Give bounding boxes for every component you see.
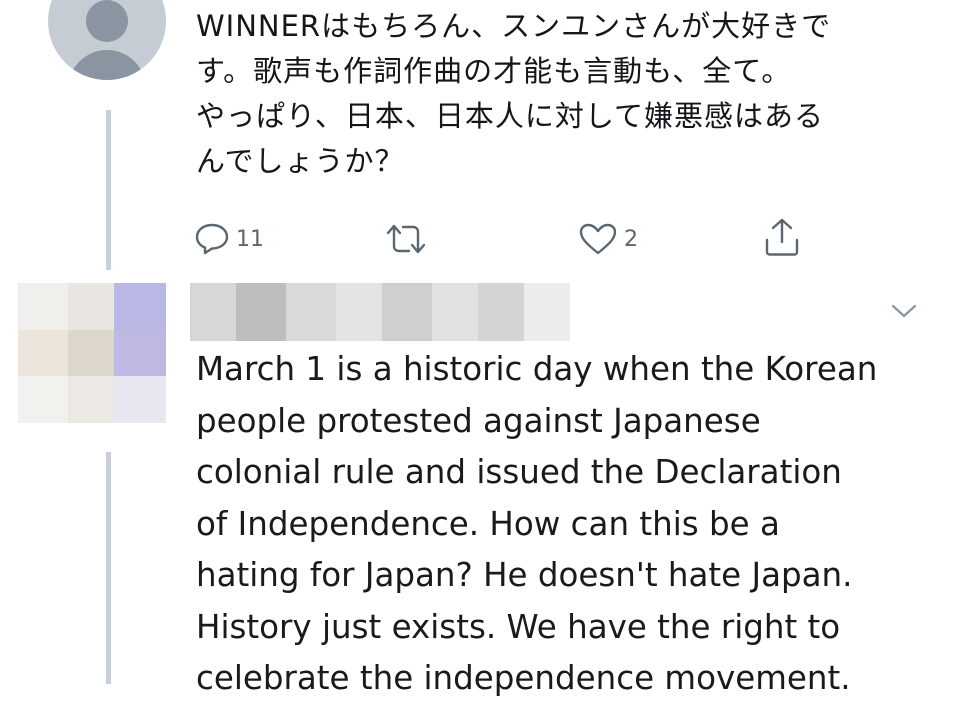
pixel-block	[114, 330, 166, 376]
pixel-block	[336, 283, 382, 341]
chevron-down-icon[interactable]	[890, 302, 918, 324]
pixel-block	[68, 330, 114, 376]
tweet-text-line: んでしょうか？	[196, 144, 405, 178]
thread-connector-line	[106, 452, 111, 684]
pixel-block	[18, 283, 68, 330]
pixel-block	[236, 283, 286, 341]
heart-icon	[578, 222, 618, 256]
reply-button[interactable]: 11	[194, 222, 264, 256]
pixel-block	[478, 283, 524, 341]
reply-text-line: colonial rule and issued the Declaration	[196, 453, 842, 491]
tweet-action-bar: 11 2	[0, 218, 960, 262]
retweet-button[interactable]	[384, 222, 434, 256]
reply-text-line: celebrate the independence movement.	[196, 659, 851, 697]
pixel-block	[190, 283, 236, 341]
pixelated-avatar[interactable]	[18, 283, 166, 423]
like-count: 2	[624, 226, 638, 252]
reply-icon	[194, 222, 230, 256]
pixel-block	[18, 330, 68, 376]
reply-text-line: History just exists. We have the right t…	[196, 607, 841, 646]
reply-text: March 1 is a historic day when the Korea…	[196, 344, 936, 705]
tweet-text: WINNERはもちろん、スンユンさんが大好きで す。歌声も作詞作曲の才能も言動も、…	[196, 4, 936, 184]
pixel-block	[114, 283, 166, 330]
pixel-block	[432, 283, 478, 341]
reply-text-line: of Independence. How can this be a	[196, 504, 780, 543]
pixelated-username[interactable]	[190, 283, 570, 341]
share-icon	[762, 216, 802, 258]
share-button[interactable]	[762, 216, 802, 258]
default-avatar-icon[interactable]	[48, 0, 166, 80]
avatar-shoulders-shape	[68, 50, 146, 80]
pixel-block	[524, 283, 570, 341]
reply-text-line: hating for Japan? He doesn't hate Japan.	[196, 556, 853, 594]
pixel-block	[382, 283, 432, 341]
reply-text-line: people protested against Japanese	[196, 401, 761, 440]
tweet-text-line: やっぱり、日本、日本人に対して嫌悪感はある	[196, 99, 824, 133]
retweet-icon	[384, 222, 428, 256]
reply-count: 11	[236, 226, 264, 252]
avatar-head-shape	[86, 0, 128, 42]
pixel-block	[68, 376, 114, 423]
pixel-block	[114, 376, 166, 423]
pixel-block	[68, 283, 114, 330]
pixel-block	[18, 376, 68, 423]
tweet-text-line: す。歌声も作詞作曲の才能も言動も、全て。	[196, 54, 792, 88]
tweet-text-line: WINNERはもちろん、スンユンさんが大好きで	[196, 9, 832, 43]
reply-text-line: March 1 is a historic day when the Korea…	[196, 350, 878, 388]
pixel-block	[286, 283, 336, 341]
like-button[interactable]: 2	[578, 222, 638, 256]
